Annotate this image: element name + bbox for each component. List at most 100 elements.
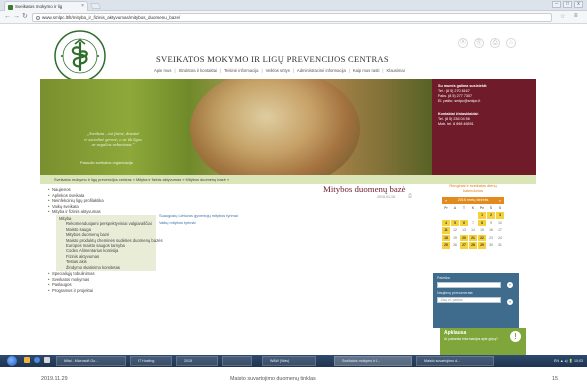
calendar-day[interactable]: 28 [469, 242, 477, 249]
home-icon[interactable]: ⌂ [506, 38, 516, 48]
address-bar: ← → ↻ www.smlpc.lt/lt/mityba_ir_fizinis_… [0, 11, 587, 24]
subscribe-go-button[interactable]: » [507, 299, 513, 305]
site-logo[interactable] [54, 30, 106, 82]
poll-box[interactable]: Apklausa Ar pakanka informacijos apie gr… [440, 328, 526, 355]
sitemap-icon[interactable]: ⎘ [474, 38, 484, 48]
bookmark-star-icon[interactable]: ☆ [560, 13, 565, 20]
maximize-button[interactable]: □ [563, 1, 572, 8]
next-month-icon[interactable]: » [499, 197, 501, 204]
top-navigation: Apie mus | Struktūra ir kontaktai | Teisin… [154, 68, 405, 73]
calendar-day[interactable]: 29 [478, 242, 486, 249]
calendar-day[interactable]: 24 [496, 235, 504, 242]
window-controls: – □ x [552, 1, 583, 8]
nav-teisine-informacija[interactable]: Teisinė informacija [224, 68, 258, 73]
breadcrumb-item[interactable]: Mitybos duomenų bazė [186, 177, 226, 182]
calendar-day[interactable]: 16 [487, 227, 495, 234]
calendar-empty-cell [469, 212, 477, 219]
slide-footer: 2019.11.29 Maisto suvartojimo duomenų ti… [0, 367, 587, 385]
nav-apie-mus[interactable]: Apie mus [154, 68, 171, 73]
search-go-button[interactable]: » [507, 282, 513, 288]
link-adult-nutrition[interactable]: Suaugusių Lietuvos gyventojų mitybos tyr… [159, 213, 238, 218]
minimize-button[interactable]: – [552, 1, 561, 8]
system-tray[interactable]: EN ▲ ◂) 🔋 10:03 [554, 356, 583, 366]
calendar-day[interactable]: 9 [487, 220, 495, 227]
accessibility-icon[interactable]: Ⓐ [458, 38, 468, 48]
calendar-day[interactable]: 3 [496, 212, 504, 219]
calendar-day[interactable]: 8 [478, 219, 486, 227]
calendar-day[interactable]: 27 [460, 242, 468, 249]
calendar-day[interactable]: 18 [442, 234, 450, 242]
forward-arrow-icon[interactable]: → [13, 13, 20, 21]
reload-icon[interactable]: ↻ [22, 13, 28, 21]
link-child-nutrition[interactable]: Vaikų mitybos tyrimai [159, 220, 195, 225]
calendar-day[interactable]: 14 [469, 227, 477, 234]
quote-author: Pasaulio sveikatos organizacija [80, 161, 133, 165]
breadcrumb-item[interactable]: Mityba ir fizinis aktyvumas [136, 177, 181, 182]
media-icon[interactable] [44, 357, 50, 363]
calendar-day[interactable]: 13 [460, 227, 468, 234]
calendar-day[interactable]: 5 [451, 219, 459, 227]
nav-klausimai[interactable]: Klausimai [387, 68, 405, 73]
calendar-empty-cell [442, 212, 450, 219]
nav-veiklos-sritys[interactable]: Veiklos sritys [266, 68, 290, 73]
calendar-day[interactable]: 25 [442, 242, 450, 249]
calendar-day[interactable]: 26 [451, 242, 459, 249]
calendar-day[interactable]: 30 [487, 242, 495, 249]
browser-tab[interactable]: Sveikatos mokymo ir lig × [4, 1, 88, 11]
ie-icon[interactable] [34, 357, 40, 363]
back-arrow-icon[interactable]: ← [4, 13, 11, 21]
calendar-empty-cell [460, 212, 468, 219]
calendar-day[interactable]: 23 [487, 235, 495, 242]
taskbar-button-blank[interactable] [222, 356, 252, 366]
calendar-day[interactable]: 7 [469, 220, 477, 227]
taskbar-button-folder[interactable]: 2015 [176, 356, 218, 366]
taskbar-button-word[interactable]: Mitai - Microsoft Go... [56, 356, 126, 366]
submenu-item[interactable]: Žindymo skatinimo komitetas [56, 265, 156, 270]
print-icon[interactable]: ⎙ [408, 193, 412, 199]
calendar-day[interactable]: 20 [460, 234, 468, 242]
event-calendar: Renginiai ir sveikatos dienų kalendorius… [442, 183, 504, 249]
subscribe-email-input[interactable]: Jūsų el. paštas [437, 297, 501, 303]
calendar-day[interactable]: 22 [478, 234, 486, 242]
taskbar-button-wav[interactable]: WAW (Wav) [262, 356, 316, 366]
calendar-day[interactable]: 21 [469, 234, 477, 242]
new-tab-button[interactable] [89, 3, 102, 9]
calendar-day[interactable]: 31 [496, 242, 504, 249]
os-taskbar: Mitai - Microsoft Go... IT Hosting 2015 … [0, 355, 587, 367]
calendar-day[interactable]: 4 [442, 219, 450, 227]
tab-close-icon[interactable]: × [81, 3, 84, 9]
taskbar-button-hosting[interactable]: IT Hosting [130, 356, 172, 366]
nav-administracine-informacija[interactable]: Administracinė informacija [297, 68, 346, 73]
calendar-day[interactable]: 17 [496, 227, 504, 234]
start-button[interactable] [7, 356, 17, 366]
calendar-title[interactable]: Renginiai ir sveikatos dienų kalendorius [442, 183, 504, 194]
prev-month-icon[interactable]: « [445, 197, 447, 204]
taskbar-button-powerpoint[interactable]: Maisto suvartojimo d... [416, 356, 494, 366]
close-window-button[interactable]: x [574, 1, 583, 8]
breadcrumb-item[interactable]: Sveikatos mokymo ir ligų prevencijos cen… [54, 177, 132, 182]
calendar-weekday: A [453, 205, 457, 210]
nav-kaip-mus-rasti[interactable]: Kaip mus rasti [353, 68, 380, 73]
calendar-month: 2015 metų birželis [457, 197, 489, 202]
taskbar-button-browser[interactable]: Sveikatos mokymo ir l... [334, 356, 412, 366]
nav-struktura[interactable]: Struktūra ir kontaktai [179, 68, 217, 73]
calendar-day[interactable]: 10 [496, 220, 504, 227]
site-title[interactable]: SVEIKATOS MOKYMO IR LIGŲ PREVENCIJOS CEN… [156, 54, 389, 64]
sidebar-item-programos[interactable]: • Programos ir projektai [46, 288, 156, 294]
explorer-icon[interactable] [24, 357, 30, 363]
calendar-grid: Pr A T K Pn Š S 1 2 3 4 5 6 7 8 9 10 11 12 13 14 15 16 17 18 19 20… [442, 205, 504, 249]
search-input[interactable] [437, 282, 501, 288]
web-page: SVEIKATOS MOKYMO IR LIGŲ PREVENCIJOS CEN… [0, 24, 587, 355]
calendar-day[interactable]: 1 [478, 212, 486, 219]
calendar-day[interactable]: 19 [451, 235, 459, 242]
menu-icon[interactable]: ≡ [574, 13, 578, 19]
calendar-day[interactable]: 2 [487, 212, 495, 219]
calendar-day[interactable]: 15 [478, 227, 486, 234]
calendar-day[interactable]: 12 [451, 227, 459, 234]
submenu-item[interactable]: Rekomenduojami perspektyviniai valgiaraš… [56, 221, 156, 226]
search-panel: Paieška » Naujienų prenumerata Jūsų el. … [433, 273, 519, 328]
print-icon[interactable]: ⎙ [490, 38, 500, 48]
calendar-day[interactable]: 6 [460, 219, 468, 227]
url-input[interactable]: www.smlpc.lt/lt/mityba_ir_fizinis_aktyvu… [32, 13, 552, 22]
calendar-day[interactable]: 11 [442, 227, 450, 234]
